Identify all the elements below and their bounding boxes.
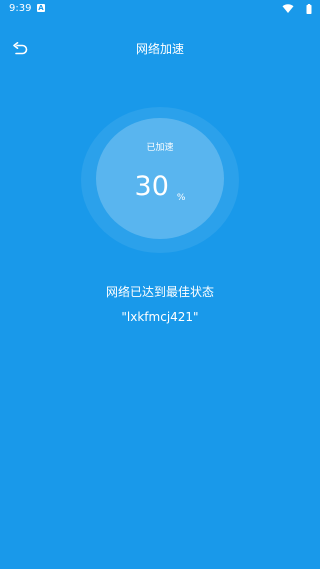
app-bar: 网络加速 bbox=[0, 34, 320, 64]
page-title: 网络加速 bbox=[135, 42, 184, 56]
speed-unit: % bbox=[176, 193, 186, 203]
a-icon: A bbox=[37, 4, 45, 12]
speed-value: 30 bbox=[134, 171, 169, 202]
network-name: "lxkfmcj421" bbox=[121, 310, 199, 324]
wifi-icon bbox=[282, 4, 294, 13]
status-bar: 9:39 A bbox=[0, 0, 320, 20]
speed-value-group: 30% bbox=[0, 171, 320, 204]
result-message: 网络已达到最佳状态 bbox=[105, 285, 214, 299]
status-time: 9:39 bbox=[9, 3, 32, 14]
speed-status-label: 已加速 bbox=[146, 143, 174, 153]
battery-icon bbox=[306, 4, 312, 14]
